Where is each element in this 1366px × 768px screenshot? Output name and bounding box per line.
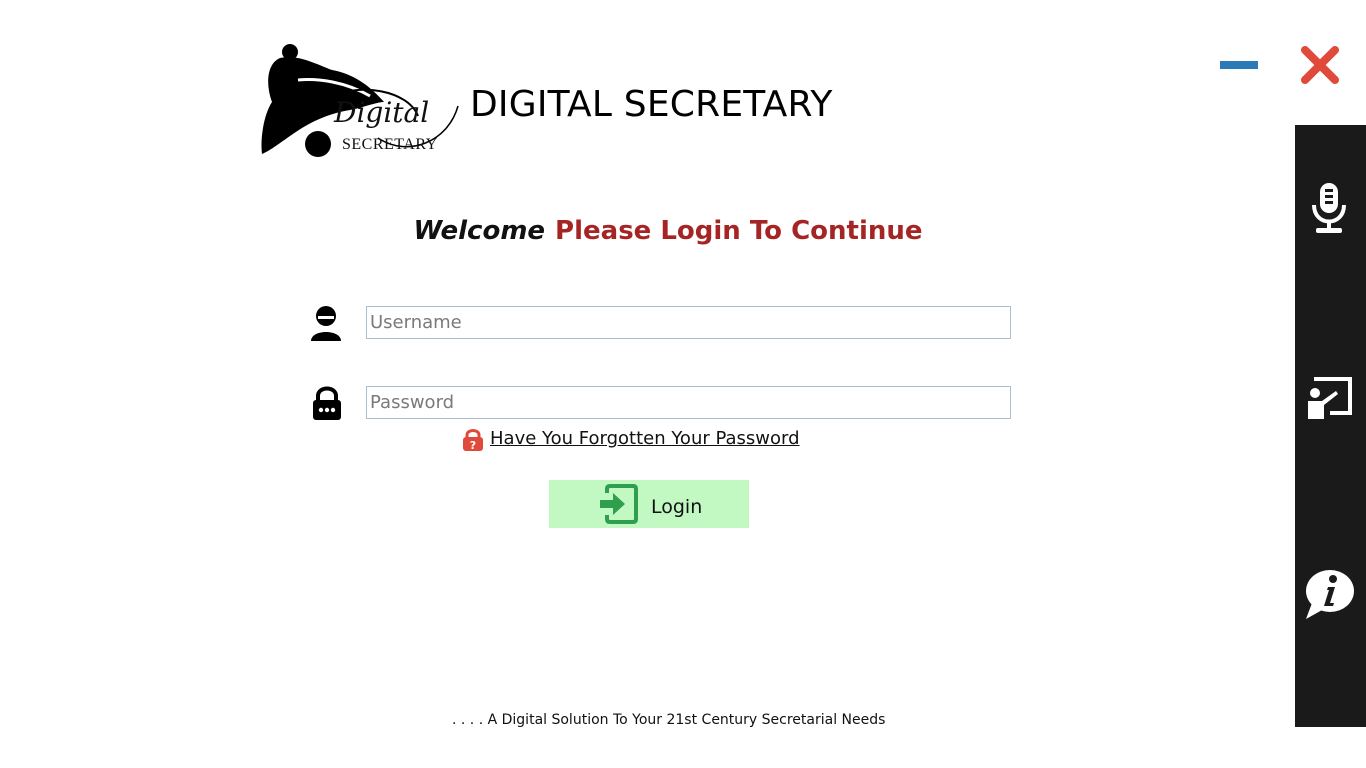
close-x-icon	[1301, 46, 1339, 84]
welcome-text: Welcome	[413, 216, 546, 246]
login-label: Login	[651, 496, 703, 518]
footer-tagline: . . . . A Digital Solution To Your 21st …	[452, 712, 886, 728]
info-button[interactable]	[1295, 559, 1366, 629]
login-enter-icon	[600, 484, 638, 524]
login-window: Digital SECRETARY DIGITAL SECRETARY Welc…	[0, 0, 1366, 768]
login-prompt-text: Please Login To Continue	[555, 216, 923, 246]
info-bubble-icon	[1306, 570, 1354, 619]
login-button[interactable]: Login	[549, 480, 749, 528]
padlock-icon	[311, 385, 343, 425]
welcome-heading: Welcome Please Login To Continue	[0, 216, 1336, 246]
close-button[interactable]	[1299, 44, 1341, 86]
password-input[interactable]	[366, 386, 1011, 419]
forgot-password-label: Have You Forgotten Your Password	[490, 428, 800, 449]
presentation-board-icon	[1308, 377, 1352, 419]
minimize-button[interactable]	[1220, 61, 1258, 69]
svg-text:?: ?	[470, 439, 476, 452]
app-logo: Digital SECRETARY	[258, 42, 462, 166]
lock-question-icon: ?	[463, 429, 483, 452]
app-title: DIGITAL SECRETARY	[470, 84, 833, 125]
user-icon	[309, 305, 343, 345]
logo-script-text: Digital	[334, 96, 430, 129]
presentation-button[interactable]	[1295, 365, 1366, 435]
logo-caps-text: SECRETARY	[342, 136, 438, 153]
username-input[interactable]	[366, 306, 1011, 339]
